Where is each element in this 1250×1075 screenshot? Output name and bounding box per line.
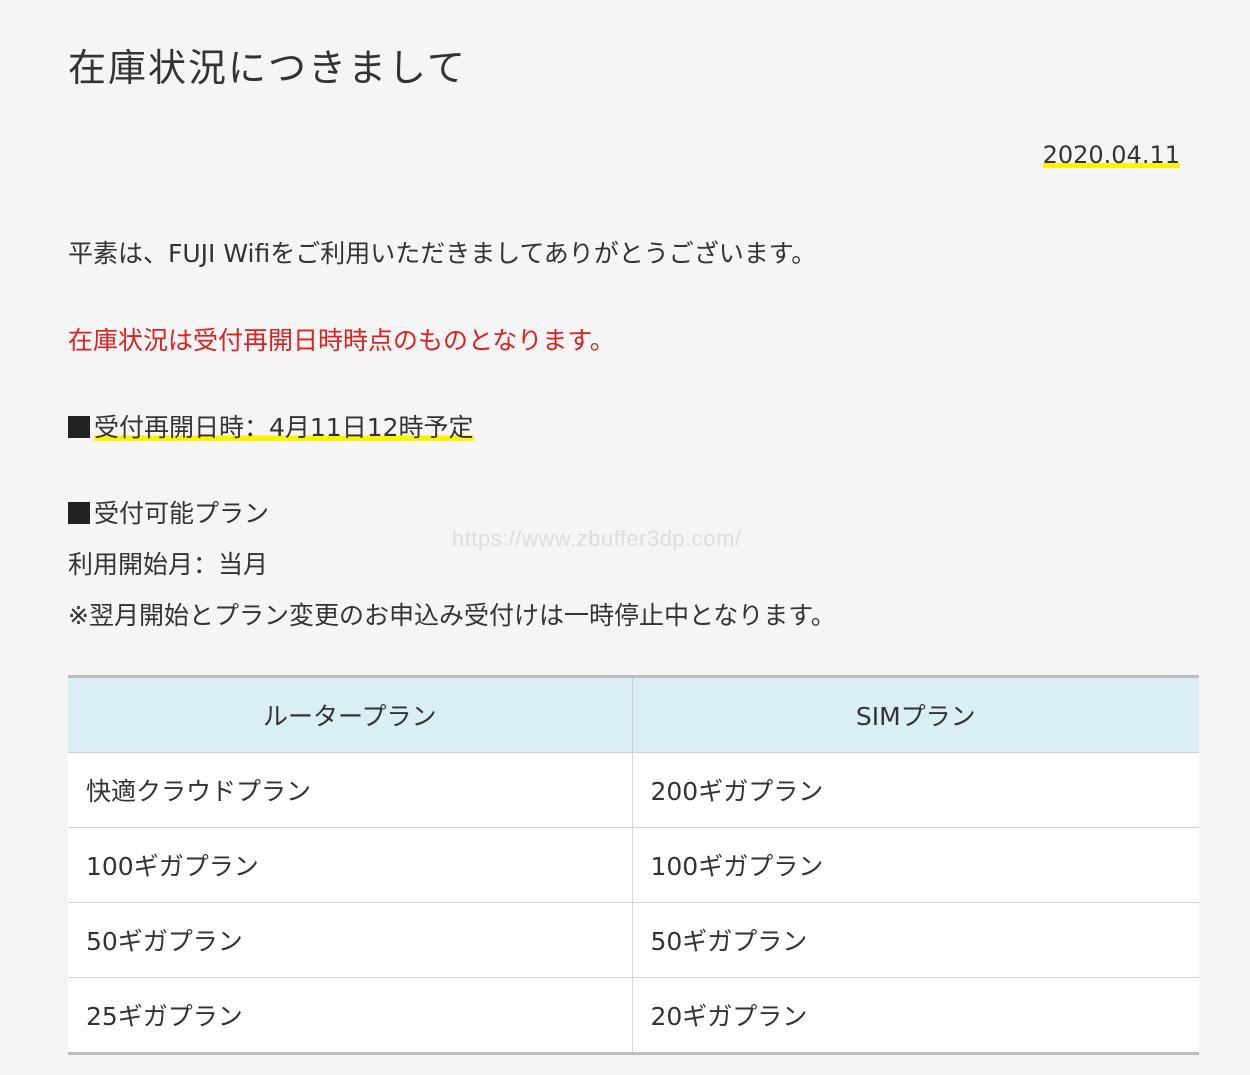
post-date: 2020.04.11 — [1042, 138, 1180, 172]
post-date-text: 2020.04.11 — [1042, 141, 1180, 169]
start-month-text: 利用開始月：当月 — [68, 550, 269, 579]
suspension-note-text: ※翌月開始とプラン変更のお申込み受付けは一時停止中となります。 — [68, 601, 836, 630]
table-cell-sim-plan: 20ギガプラン — [632, 977, 1199, 1054]
available-plans-heading-text: 受付可能プラン — [94, 499, 270, 528]
notice-page: 在庫状況につきまして 2020.04.11 平素は、FUJI Wifiをご利用い… — [0, 0, 1250, 1075]
watermark-text: https://www.zbuffer3dp.com/ — [452, 526, 742, 551]
page-title: 在庫状況につきまして — [68, 46, 467, 90]
table-cell-router-plan: 100ギガプラン — [68, 827, 633, 903]
table-cell-router-plan: 快適クラウドプラン — [68, 752, 633, 828]
table-cell-router-plan: 50ギガプラン — [68, 902, 633, 978]
reopen-datetime-text: 受付再開日時：4月11日12時予定 — [94, 413, 474, 442]
greeting-text: 平素は、FUJI Wifiをご利用いただきましてありがとうございます。 — [68, 239, 817, 268]
table-row: 快適クラウドプラン 200ギガプラン — [68, 752, 1199, 828]
table-cell-router-plan: 25ギガプラン — [68, 977, 633, 1054]
reopen-datetime: 受付再開日時：4月11日12時予定 — [68, 409, 474, 447]
table-row: 50ギガプラン 50ギガプラン — [68, 902, 1199, 978]
table-cell-sim-plan: 100ギガプラン — [632, 827, 1199, 903]
table-cell-sim-plan: 50ギガプラン — [632, 902, 1199, 978]
column-header-router-plan: ルータープラン — [68, 676, 633, 753]
table-row: 100ギガプラン 100ギガプラン — [68, 827, 1199, 903]
column-header-sim-plan: SIMプラン — [632, 676, 1199, 753]
table-cell-sim-plan: 200ギガプラン — [632, 752, 1199, 828]
stock-notice-text: 在庫状況は受付再開日時時点のものとなります。 — [68, 326, 615, 355]
table-header-row: ルータープラン SIMプラン — [68, 676, 1199, 753]
available-plans-heading: 受付可能プラン — [68, 495, 269, 533]
square-bullet-icon — [68, 416, 90, 438]
plan-table: ルータープラン SIMプラン 快適クラウドプラン 200ギガプラン 100ギガプ… — [68, 675, 1199, 1055]
square-bullet-icon — [68, 502, 90, 524]
table-row: 25ギガプラン 20ギガプラン — [68, 977, 1199, 1054]
